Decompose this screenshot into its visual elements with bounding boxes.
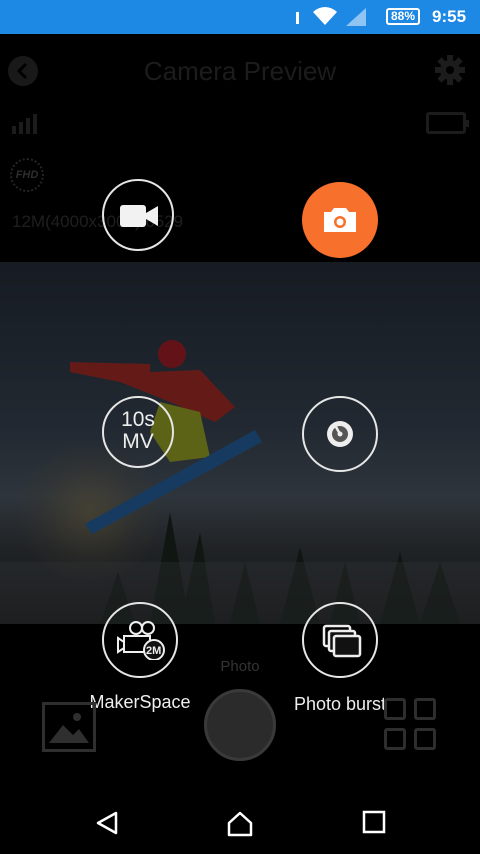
notification-icon	[296, 12, 299, 24]
timelapse-mode-button[interactable]	[302, 396, 378, 472]
shutter-button[interactable]	[204, 689, 276, 761]
video-camera-icon	[120, 205, 158, 227]
status-bar: 88% 9:55	[0, 0, 480, 34]
overlay-dim	[0, 34, 480, 792]
grid-button[interactable]	[384, 698, 438, 752]
back-icon[interactable]	[94, 810, 120, 836]
gallery-button[interactable]	[42, 702, 96, 752]
mode-hint: Photo	[220, 658, 260, 675]
speedometer-icon	[327, 421, 353, 447]
makerspace-badge: 2M	[146, 645, 162, 657]
music-video-mode-button[interactable]: 10s MV	[102, 396, 174, 468]
signal-icon	[346, 8, 366, 26]
system-navigation-bar	[0, 792, 480, 854]
camera-icon	[324, 208, 356, 232]
wifi-icon	[313, 7, 337, 25]
recents-icon[interactable]	[362, 810, 386, 834]
mv-mode-label: 10s MV	[121, 408, 155, 453]
photo-mode-button[interactable]	[302, 182, 378, 258]
image-icon	[49, 713, 89, 743]
video-mode-button[interactable]	[102, 179, 174, 251]
burst-icon	[322, 624, 362, 658]
battery-indicator: 88%	[386, 8, 420, 25]
home-icon[interactable]	[226, 810, 254, 838]
clock: 9:55	[432, 7, 467, 26]
camera-preview-screen: Camera Preview FHD 12M(4000x3000)/6529 1…	[0, 34, 480, 792]
